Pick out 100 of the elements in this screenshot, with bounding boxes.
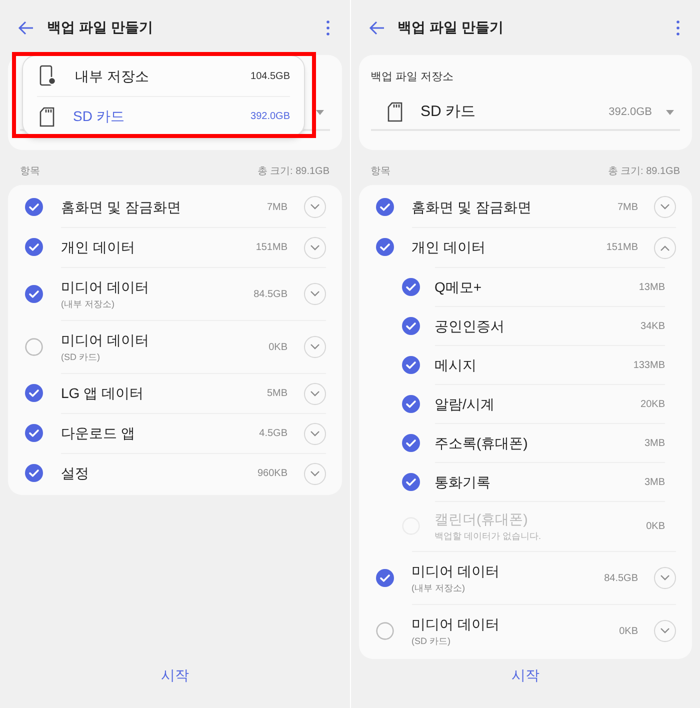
item-name: 미디어 데이터 — [61, 330, 150, 350]
checked-checkbox[interactable] — [402, 356, 420, 374]
chevron-down-icon — [310, 291, 320, 297]
checked-checkbox[interactable] — [402, 316, 420, 334]
item-name: 설정 — [61, 464, 90, 483]
item-name: 미디어 데이터 — [412, 614, 500, 634]
chevron-down-icon — [310, 390, 320, 396]
item-name: 공인인증서 — [434, 316, 506, 336]
chevron-down-icon — [310, 204, 320, 210]
total-size: 총 크기: 89.1GB — [257, 165, 330, 179]
unchecked-checkbox[interactable] — [25, 338, 43, 356]
item-note: 백업할 데이터가 없습니다. — [434, 530, 542, 544]
item-name: 다운로드 앱 — [61, 424, 136, 443]
unchecked-checkbox[interactable] — [376, 622, 394, 640]
section-label: 항목 — [370, 165, 390, 179]
item-name: Q메모+ — [434, 278, 483, 297]
storage-label: 백업 파일 저장소 — [370, 70, 455, 85]
item-size: 151MB — [256, 241, 288, 255]
chevron-down-icon — [310, 470, 320, 476]
checked-checkbox[interactable] — [376, 568, 394, 586]
item-size: 7MB — [617, 200, 638, 214]
expand-button[interactable] — [304, 336, 326, 358]
chevron-down-icon — [310, 244, 320, 250]
checked-checkbox[interactable] — [25, 384, 43, 402]
screen-title: 백업 파일 만들기 — [398, 18, 504, 37]
storage-dropdown[interactable]: SD 카드 392.0GB — [370, 95, 680, 131]
item-size: 3MB — [644, 476, 665, 490]
item-name: 알람/시계 — [434, 394, 496, 414]
chevron-down-icon — [660, 204, 670, 210]
item-note: (SD 카드) — [61, 350, 101, 364]
item-size: 20KB — [640, 398, 665, 412]
screen-title: 백업 파일 만들기 — [47, 18, 154, 37]
item-name: 개인 데이터 — [412, 238, 486, 257]
item-name: 캘린더(휴대폰) — [434, 510, 529, 530]
chevron-down-icon — [660, 575, 670, 581]
storage-size: 392.0GB — [608, 104, 652, 120]
checked-checkbox[interactable] — [402, 434, 420, 452]
checked-checkbox[interactable] — [25, 464, 43, 482]
item-size: 7MB — [266, 200, 288, 214]
sd-card-icon — [386, 102, 402, 122]
more-options-icon[interactable] — [326, 20, 330, 36]
item-name: 주소록(휴대폰) — [434, 434, 529, 453]
item-size: 151MB — [606, 241, 638, 255]
checked-checkbox[interactable] — [402, 278, 420, 296]
more-options-icon[interactable] — [676, 20, 680, 36]
checked-checkbox[interactable] — [25, 198, 43, 216]
expand-button[interactable] — [304, 382, 326, 404]
sd-card-icon — [39, 106, 55, 126]
checked-checkbox[interactable] — [402, 472, 420, 490]
expand-button[interactable] — [654, 620, 676, 642]
dropdown-caret-icon — [666, 110, 674, 114]
item-name: 미디어 데이터 — [412, 562, 500, 581]
checked-checkbox[interactable] — [25, 424, 43, 442]
item-name: 메시지 — [434, 356, 478, 374]
phone-icon — [39, 65, 57, 87]
expand-button[interactable] — [304, 236, 326, 258]
item-size: 3MB — [644, 436, 665, 450]
chevron-down-icon — [310, 344, 320, 350]
item-size: 0KB — [268, 340, 288, 354]
chevron-down-icon — [310, 430, 320, 436]
dropdown-caret-icon — [316, 110, 324, 114]
item-size: 960KB — [257, 467, 288, 481]
expand-button[interactable] — [304, 422, 326, 444]
item-size: 84.5GB — [254, 288, 288, 302]
item-name: LG 앱 데이터 — [61, 384, 144, 403]
item-size: 4.5GB — [259, 427, 288, 441]
checked-checkbox[interactable] — [25, 238, 43, 256]
item-size: 0KB — [619, 624, 638, 638]
item-name: 개인 데이터 — [61, 238, 136, 257]
item-note: (SD 카드) — [412, 634, 452, 648]
item-size: 0KB — [646, 520, 665, 534]
checked-checkbox[interactable] — [376, 238, 394, 256]
chevron-up-icon — [660, 244, 670, 250]
back-arrow-icon[interactable] — [368, 20, 384, 34]
collapse-button[interactable] — [654, 236, 676, 258]
item-name: 홈화면 및 잠금화면 — [61, 198, 182, 216]
start-button[interactable]: 시작 — [150, 663, 199, 688]
item-size: 5MB — [266, 387, 288, 401]
item-note: (내부 저장소) — [412, 582, 466, 595]
item-note: (내부 저장소) — [61, 298, 116, 311]
checked-checkbox[interactable] — [402, 394, 420, 412]
expand-button[interactable] — [304, 196, 326, 218]
expand-button[interactable] — [304, 462, 326, 484]
item-size: 13MB — [638, 280, 665, 294]
start-button[interactable]: 시작 — [501, 663, 550, 688]
item-name: 미디어 데이터 — [61, 278, 150, 297]
chevron-down-icon — [660, 628, 670, 634]
item-size: 34KB — [640, 320, 665, 334]
total-size: 총 크기: 89.1GB — [608, 165, 680, 179]
back-arrow-icon[interactable] — [18, 20, 34, 34]
checked-checkbox[interactable] — [25, 284, 43, 302]
checked-checkbox[interactable] — [376, 198, 394, 216]
expand-button[interactable] — [304, 283, 326, 305]
section-label: 항목 — [20, 165, 40, 179]
storage-value: SD 카드 — [420, 102, 477, 122]
item-size: 133MB — [633, 358, 665, 372]
item-size: 84.5GB — [604, 572, 638, 586]
item-name: 홈화면 및 잠금화면 — [412, 198, 532, 216]
expand-button[interactable] — [654, 567, 676, 589]
expand-button[interactable] — [654, 196, 676, 218]
